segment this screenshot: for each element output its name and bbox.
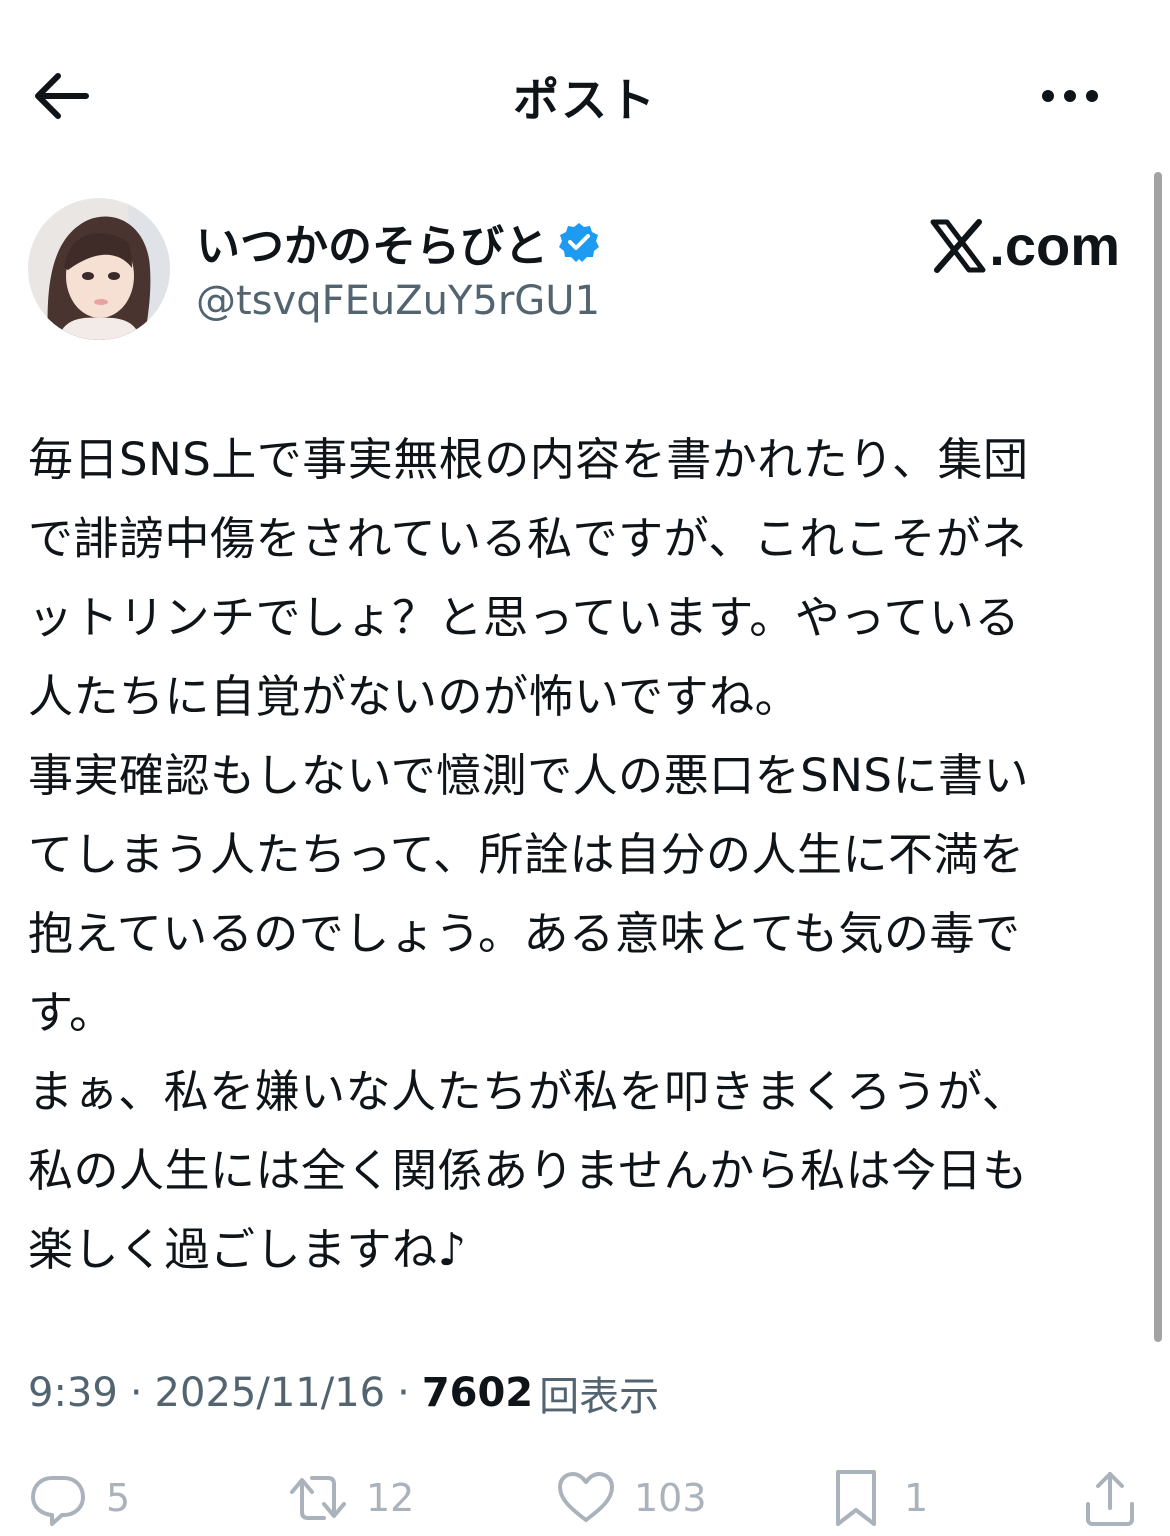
reply-icon: [31, 1476, 85, 1526]
tweet-line: す。: [28, 986, 115, 1039]
reply-button[interactable]: 5: [28, 1468, 130, 1528]
views-label: 回表示: [539, 1374, 660, 1420]
tweet-line: 事実確認もしないで憶測で人の悪口をSNSに書い: [28, 749, 1029, 802]
post-detail-screen: ポスト いつかのそらびと @tsvqFEuZuY5rGU1 .com 毎日SNS…: [0, 0, 1170, 1536]
tweet-line: 毎日SNS上で事実無根の内容を書かれたり、集団: [28, 433, 1029, 486]
post-date[interactable]: 2025/11/16: [155, 1370, 386, 1416]
bookmark-count: 1: [904, 1476, 929, 1520]
meta-separator: ·: [397, 1370, 410, 1416]
post-time[interactable]: 9:39: [28, 1370, 118, 1416]
x-com-watermark: .com: [929, 218, 1120, 274]
post-metadata: 9:39 · 2025/11/16 · 7602 回表示: [28, 1364, 659, 1422]
repost-button[interactable]: 12: [288, 1468, 414, 1528]
tweet-line: 私の人生には全く関係ありませんから私は今日も: [28, 1144, 1028, 1197]
author-handle[interactable]: @tsvqFEuZuY5rGU1: [196, 278, 600, 324]
tweet-line: てしまう人たちって、所詮は自分の人生に不満を: [28, 828, 1025, 881]
author-display-name[interactable]: いつかのそらびと: [196, 210, 548, 274]
tweet-line: 楽しく過ごしますね♪: [28, 1223, 467, 1276]
x-logo-icon: [929, 218, 987, 274]
repost-count: 12: [366, 1476, 415, 1520]
verified-badge-icon: [558, 221, 600, 263]
tweet-text: 毎日SNS上で事実無根の内容を書かれたり、集団 で誹謗中傷をされている私ですが、…: [28, 420, 1144, 1289]
tweet-line: で誹謗中傷をされている私ですが、これこそがネ: [28, 512, 1027, 565]
share-button[interactable]: [1080, 1468, 1140, 1528]
watermark-text: .com: [989, 214, 1120, 277]
avatar[interactable]: [28, 198, 170, 340]
tweet-line: ットリンチでしょ？と思っています。やっている: [28, 591, 1021, 644]
scrollbar[interactable]: [1154, 172, 1162, 1342]
author-name-row: いつかのそらびと: [196, 214, 600, 272]
tweet-line: まぁ、私を嫌いな人たちが私を叩きまくろうが、: [28, 1065, 1028, 1118]
repost-icon: [290, 1476, 346, 1520]
like-count: 103: [634, 1476, 707, 1520]
tweet-line: 抱えているのでしょう。ある意味とても気の毒で: [28, 907, 1021, 960]
like-button[interactable]: 103: [556, 1468, 707, 1528]
views-count[interactable]: 7602: [422, 1370, 533, 1416]
tweet-line: 人たちに自覚がないのが怖いですね。: [28, 670, 801, 723]
avatar-image: [28, 198, 170, 340]
reply-count: 5: [106, 1476, 131, 1520]
share-icon: [1086, 1472, 1134, 1526]
meta-separator: ·: [129, 1370, 143, 1416]
more-horizontal-icon: [1042, 90, 1098, 102]
more-options-button[interactable]: [1040, 78, 1100, 114]
bookmark-icon: [836, 1470, 876, 1526]
action-bar: 5 12 103 1: [0, 1460, 1170, 1536]
page-title: ポスト: [513, 73, 657, 127]
top-bar: ポスト: [0, 0, 1170, 190]
heart-icon: [558, 1472, 614, 1522]
bookmark-button[interactable]: 1: [826, 1468, 928, 1528]
